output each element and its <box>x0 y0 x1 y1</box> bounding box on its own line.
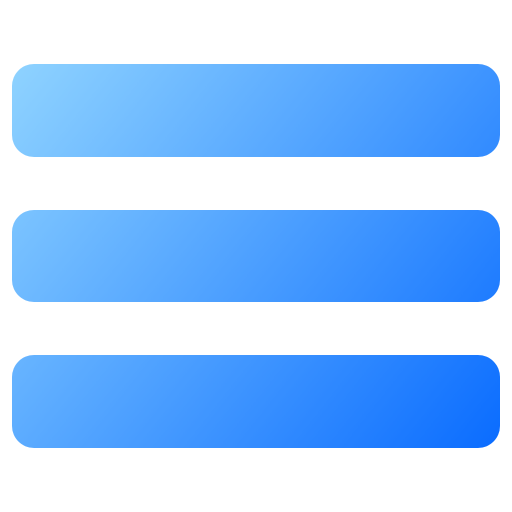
menu-bar-middle <box>12 210 500 302</box>
menu-bar-bottom <box>12 355 500 448</box>
menu-bar-top <box>12 64 500 157</box>
hamburger-menu-icon <box>12 64 500 448</box>
hamburger-menu-button[interactable] <box>0 0 512 512</box>
